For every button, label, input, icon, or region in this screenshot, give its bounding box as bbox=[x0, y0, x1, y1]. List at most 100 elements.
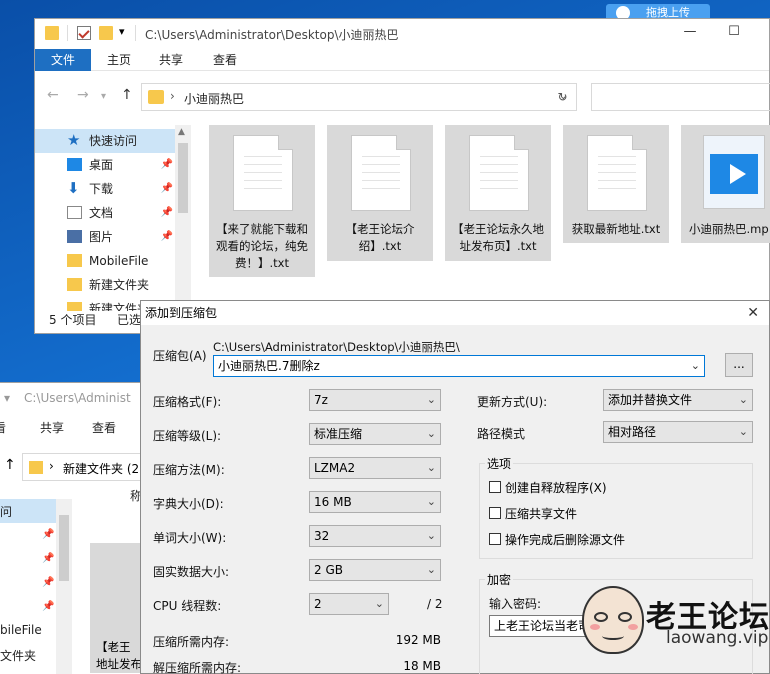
pin-icon[interactable]: 📌 bbox=[161, 225, 173, 249]
maximize-icon[interactable]: ☐ bbox=[719, 24, 749, 39]
path-mode-select[interactable]: 相对路径 ⌄ bbox=[603, 421, 753, 443]
delete-after-checkbox[interactable]: 操作完成后删除源文件 bbox=[489, 531, 625, 548]
method-select[interactable]: LZMA2 ⌄ bbox=[309, 457, 441, 479]
pin-icon[interactable]: 📌 bbox=[161, 177, 173, 201]
sidebar-item-mobilefile[interactable]: MobileFile bbox=[35, 249, 175, 273]
video-file-icon bbox=[703, 135, 765, 209]
dictionary-value: 16 MB bbox=[314, 495, 352, 509]
pin-icon[interactable]: 📌 bbox=[161, 153, 173, 177]
tab-view[interactable]: 查看 bbox=[213, 49, 237, 71]
chevron-down-icon[interactable]: ⌄ bbox=[691, 356, 700, 376]
folder-icon bbox=[29, 461, 43, 474]
checkbox-box[interactable] bbox=[489, 507, 501, 519]
tab-view[interactable]: 看 bbox=[0, 419, 6, 436]
archive-name-input[interactable]: 小迪丽热巴.7删除z ⌄ bbox=[213, 355, 705, 377]
pin-icon[interactable]: 📌 bbox=[161, 201, 173, 225]
sidebar-item-new-folder[interactable]: 新建文件夹 bbox=[35, 273, 175, 297]
file-item[interactable]: 【老王 地址发布 bbox=[90, 543, 142, 673]
document-icon bbox=[67, 206, 82, 219]
file-item[interactable]: 小迪丽热巴.mp bbox=[681, 125, 770, 243]
tab-view[interactable]: 查看 bbox=[92, 419, 116, 436]
text-file-icon bbox=[587, 135, 647, 211]
watermark-url: laowang.vip bbox=[666, 628, 769, 648]
path-mode-label: 路径模式 bbox=[477, 427, 526, 441]
checkbox-box[interactable] bbox=[489, 481, 501, 493]
cpu-threads-select[interactable]: 2 ⌄ bbox=[309, 593, 389, 615]
update-mode-select[interactable]: 添加并替换文件 ⌄ bbox=[603, 389, 753, 411]
tab-share[interactable]: 共享 bbox=[40, 419, 64, 436]
file-item[interactable]: 【老王论坛永久地址发布页】.txt bbox=[445, 125, 551, 261]
properties-icon[interactable] bbox=[77, 26, 91, 40]
address-bar[interactable]: › 小迪丽热巴 ⌄ bbox=[141, 83, 577, 111]
sidebar-item-quick-access[interactable]: ★ 快速访问 bbox=[35, 129, 175, 153]
sidebar-item-desktop[interactable]: 桌面 📌 bbox=[35, 153, 175, 177]
desktop-icon bbox=[67, 158, 82, 171]
checkbox-box[interactable] bbox=[489, 533, 501, 545]
folder-icon bbox=[67, 302, 82, 311]
tab-home[interactable]: 主页 bbox=[107, 49, 131, 71]
file-item[interactable]: 获取最新地址.txt bbox=[563, 125, 669, 243]
sidebar-item-label: 新建文件夹 bbox=[89, 278, 150, 292]
sidebar-scrollbar[interactable] bbox=[56, 499, 72, 674]
tab-share[interactable]: 共享 bbox=[159, 49, 183, 71]
divider bbox=[135, 25, 136, 41]
format-select[interactable]: 7z ⌄ bbox=[309, 389, 441, 411]
folder-icon bbox=[67, 254, 82, 267]
pin-icon[interactable]: 📌 bbox=[42, 577, 54, 588]
customize-toolbar-icon[interactable]: ▾ bbox=[119, 25, 125, 38]
address-bar[interactable]: › 新建文件夹 (2 bbox=[22, 453, 142, 481]
sidebar-item-pictures[interactable]: 图片 📌 bbox=[35, 225, 175, 249]
scrollbar-thumb[interactable] bbox=[178, 143, 188, 213]
sidebar-item-label: 图片 bbox=[89, 230, 114, 244]
chevron-down-icon: ⌄ bbox=[426, 393, 436, 406]
text-file-icon bbox=[233, 135, 293, 211]
up-icon[interactable]: ↑ bbox=[4, 457, 16, 473]
sidebar-item-downloads[interactable]: ⬇ 下载 📌 bbox=[35, 177, 175, 201]
chevron-down-icon: ⌄ bbox=[374, 597, 384, 610]
create-sfx-checkbox[interactable]: 创建自释放程序(X) bbox=[489, 479, 607, 496]
format-value: 7z bbox=[314, 393, 328, 407]
scroll-up-icon[interactable]: ▲ bbox=[178, 127, 185, 137]
sidebar-item-label: MobileFile bbox=[89, 254, 149, 268]
mascot-logo bbox=[582, 586, 644, 654]
search-input[interactable] bbox=[591, 83, 770, 111]
compress-shared-checkbox[interactable]: 压缩共享文件 bbox=[489, 505, 577, 522]
pin-icon[interactable]: 📌 bbox=[42, 601, 54, 612]
scrollbar-thumb[interactable] bbox=[59, 515, 69, 581]
dictionary-select[interactable]: 16 MB ⌄ bbox=[309, 491, 441, 513]
sidebar-item-label: 问 bbox=[0, 505, 13, 519]
level-value: 标准压缩 bbox=[314, 427, 363, 441]
folder-icon bbox=[67, 278, 82, 291]
compress-memory-value: 192 MB bbox=[395, 633, 441, 647]
pin-icon[interactable]: 📌 bbox=[42, 529, 54, 540]
recent-locations-icon[interactable]: ▾ bbox=[101, 91, 106, 102]
new-folder-icon[interactable] bbox=[99, 26, 113, 40]
word-size-select[interactable]: 32 ⌄ bbox=[309, 525, 441, 547]
browse-button[interactable]: ... bbox=[725, 353, 753, 377]
sidebar-item-label: bileFile bbox=[0, 623, 42, 637]
close-icon[interactable]: ✕ bbox=[747, 301, 759, 325]
file-item[interactable]: 【来了就能下载和观看的论坛，纯免费！】.txt bbox=[209, 125, 315, 277]
tab-file[interactable]: 文件 bbox=[35, 49, 92, 71]
checkbox-label: 创建自释放程序(X) bbox=[505, 481, 607, 495]
archive-name-value: 小迪丽热巴.7删除z bbox=[218, 359, 320, 373]
refresh-icon[interactable]: ↻ bbox=[549, 83, 577, 111]
forward-icon[interactable]: → bbox=[77, 87, 89, 103]
chevron-down-icon: ⌄ bbox=[738, 393, 748, 406]
pin-icon[interactable]: 📌 bbox=[42, 553, 54, 564]
path-mode-value: 相对路径 bbox=[608, 425, 657, 439]
password-input[interactable]: 上老王论坛当老司机 bbox=[489, 615, 589, 637]
method-label: 压缩方法(M): bbox=[153, 463, 225, 477]
sidebar-item-label: 下载 bbox=[89, 182, 114, 196]
minimize-icon[interactable]: — bbox=[675, 24, 705, 39]
up-icon[interactable]: ↑ bbox=[121, 87, 133, 103]
solid-block-select[interactable]: 2 GB ⌄ bbox=[309, 559, 441, 581]
file-item[interactable]: 【老王论坛介绍】.txt bbox=[327, 125, 433, 261]
back-icon[interactable]: ← bbox=[47, 87, 59, 103]
sidebar-item-documents[interactable]: 文档 📌 bbox=[35, 201, 175, 225]
file-name: 【老王 地址发布 bbox=[96, 639, 142, 673]
level-select[interactable]: 标准压缩 ⌄ bbox=[309, 423, 441, 445]
sidebar-scrollbar[interactable]: ▲ bbox=[175, 125, 191, 319]
ribbon-tabs: 文件 主页 共享 查看 bbox=[35, 49, 769, 71]
word-size-label: 单词大小(W): bbox=[153, 531, 227, 545]
